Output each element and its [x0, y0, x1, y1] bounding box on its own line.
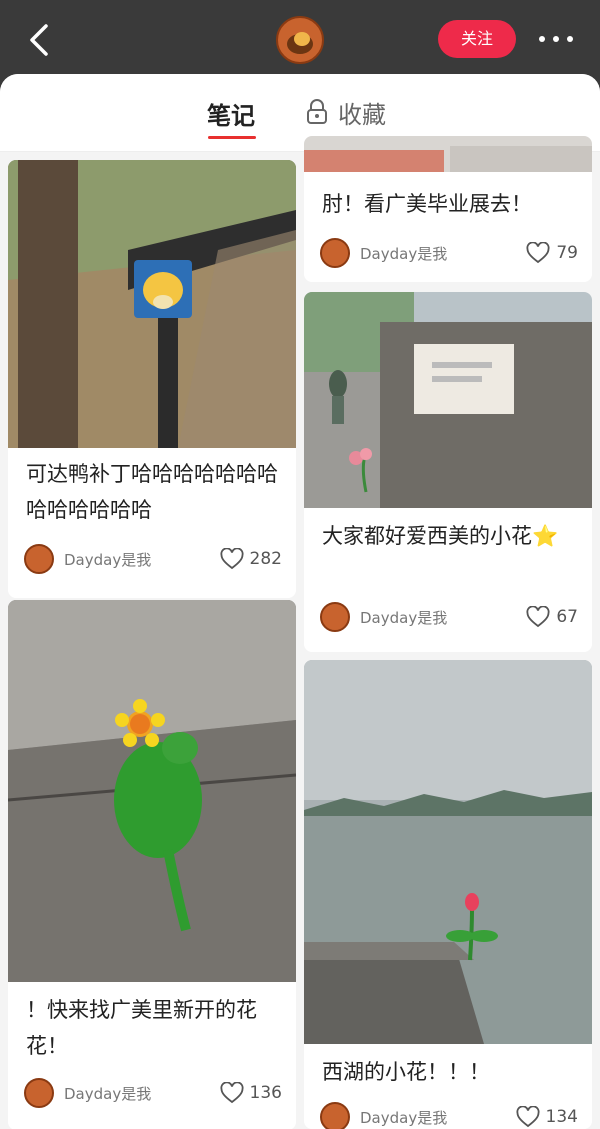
lock-icon: [307, 99, 327, 124]
note-image: [304, 660, 592, 1044]
note-footer: Dayday是我 134: [320, 1100, 578, 1129]
like-button[interactable]: 136: [220, 1082, 282, 1104]
author-name: Dayday是我: [360, 1108, 448, 1127]
note-image: [304, 136, 592, 172]
tab-notes[interactable]: 笔记: [200, 96, 262, 131]
heart-icon: [220, 1082, 244, 1104]
like-button[interactable]: 282: [220, 548, 282, 570]
like-button[interactable]: 79: [526, 242, 578, 264]
note-image: [8, 160, 296, 448]
tab-favorites-label: 收藏: [338, 100, 386, 129]
author-avatar: [320, 1102, 350, 1129]
note-title: ！快来找广美里新开的花花！: [26, 998, 257, 1058]
author-avatar: [24, 544, 54, 574]
like-count: 79: [556, 243, 578, 263]
author-avatar: [320, 238, 350, 268]
note-card[interactable]: 西湖的小花！！！ Dayday是我 134: [304, 660, 592, 1129]
follow-button[interactable]: 关注: [438, 20, 516, 58]
more-options-button[interactable]: [534, 28, 578, 50]
note-image: [8, 600, 296, 982]
heart-icon: [526, 606, 550, 628]
author-name: Dayday是我: [64, 550, 152, 569]
back-button[interactable]: [22, 20, 58, 60]
note-title: 西湖的小花！！！: [322, 1060, 490, 1084]
author-name: Dayday是我: [64, 1084, 152, 1103]
heart-icon: [526, 242, 550, 264]
top-bar: 关注: [0, 0, 600, 82]
note-card[interactable]: ！快来找广美里新开的花花！ Dayday是我 136: [8, 600, 296, 1129]
note-card[interactable]: 可达鸭补丁哈哈哈哈哈哈哈哈哈哈哈哈哈 Dayday是我 282: [8, 160, 296, 598]
note-footer: Dayday是我 282: [24, 542, 282, 576]
tab-favorites[interactable]: 收藏: [306, 96, 386, 129]
author-avatar[interactable]: [276, 16, 324, 64]
more-icon: [539, 36, 573, 42]
note-footer: Dayday是我 79: [320, 236, 578, 270]
like-button[interactable]: 134: [516, 1106, 578, 1128]
chevron-left-icon: [30, 24, 48, 56]
note-card[interactable]: 肘！看广美毕业展去！ Dayday是我 79: [304, 136, 592, 282]
note-title: 大家都好爱西美的小花⭐: [322, 524, 559, 548]
like-button[interactable]: 67: [526, 606, 578, 628]
tab-active-indicator: [208, 136, 256, 139]
note-title: 肘！看广美毕业展去！: [322, 192, 532, 216]
note-image: [304, 292, 592, 508]
note-title: 可达鸭补丁哈哈哈哈哈哈哈哈哈哈哈哈哈: [26, 462, 278, 522]
like-count: 282: [249, 549, 282, 569]
author-avatar: [320, 602, 350, 632]
author-avatar: [24, 1078, 54, 1108]
like-count: 134: [545, 1107, 578, 1127]
note-card[interactable]: 大家都好爱西美的小花⭐ Dayday是我 67: [304, 292, 592, 652]
heart-icon: [516, 1106, 540, 1128]
note-footer: Dayday是我 67: [320, 600, 578, 634]
like-count: 67: [556, 607, 578, 627]
author-name: Dayday是我: [360, 244, 448, 263]
heart-icon: [220, 548, 244, 570]
like-count: 136: [249, 1083, 282, 1103]
profile-sheet: 笔记 收藏 可达鸭补丁哈哈哈哈哈哈哈哈哈哈哈哈哈 Dayday是我 282 ！快…: [0, 74, 600, 1129]
note-footer: Dayday是我 136: [24, 1076, 282, 1110]
author-name: Dayday是我: [360, 608, 448, 627]
